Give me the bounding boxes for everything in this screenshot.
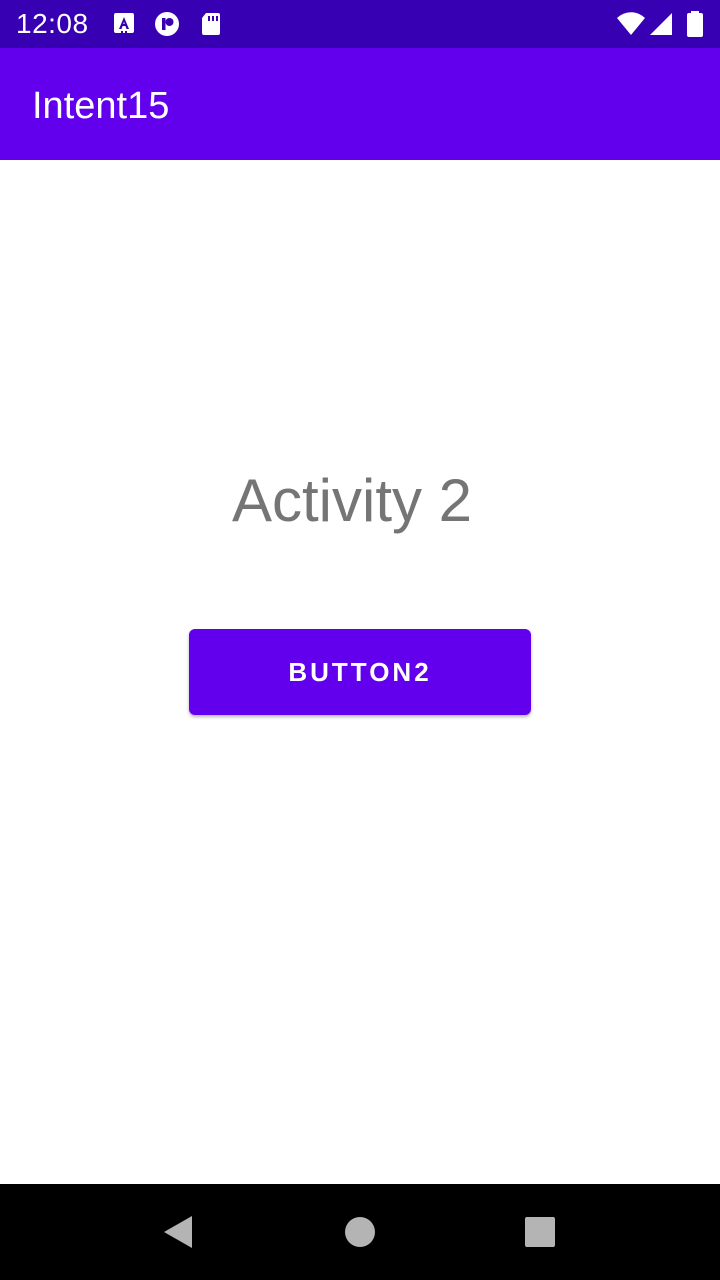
status-time: 12:08: [16, 8, 89, 39]
home-icon[interactable]: [340, 1212, 380, 1252]
cell-signal-icon: [648, 11, 674, 37]
app-title: Intent15: [32, 85, 170, 127]
main-content: Activity 2 BUTTON2: [0, 160, 720, 1184]
activity-label: Activity 2: [231, 467, 473, 534]
sd-card-icon: [198, 11, 224, 37]
app-bar: Intent15: [0, 48, 720, 160]
accessibility-a-icon: [112, 11, 138, 37]
button2[interactable]: BUTTON2: [189, 629, 531, 715]
navigation-bar: [0, 1184, 720, 1280]
status-bar: 12:08: [0, 0, 720, 48]
battery-icon: [686, 11, 704, 37]
recents-icon[interactable]: [520, 1212, 560, 1252]
wifi-icon: [616, 11, 646, 37]
record-icon: [154, 11, 180, 37]
back-icon[interactable]: [160, 1212, 200, 1252]
